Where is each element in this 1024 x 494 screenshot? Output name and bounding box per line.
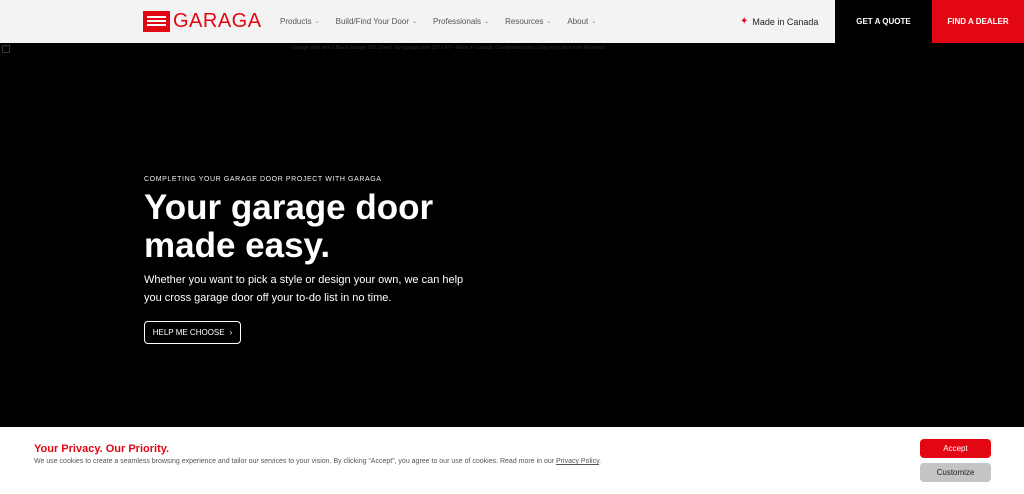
broken-image-icon (2, 45, 10, 53)
hero-image-alt-text: Garage door with 2 Black Garage 350 (Ste… (292, 45, 606, 51)
nav-build-find-door[interactable]: Build/Find Your Door ⌄ (336, 17, 417, 26)
help-me-choose-label: HELP ME CHOOSE (152, 328, 225, 337)
find-a-dealer-button[interactable]: FIND A DEALER (932, 0, 1024, 43)
chevron-down-icon: ⌄ (314, 19, 320, 25)
made-in-label: Made in Canada (752, 16, 819, 27)
help-me-choose-button[interactable]: HELP ME CHOOSE › (144, 321, 241, 344)
hero-section: Garage door with 2 Black Garage 350 (Ste… (0, 43, 1024, 427)
nav-build-find-door-label: Build/Find Your Door (335, 17, 409, 26)
chevron-down-icon: ⌄ (591, 19, 597, 25)
made-in-canada: ✦ Made in Canada (740, 0, 818, 43)
privacy-policy-link[interactable]: Privacy Policy (556, 458, 599, 465)
nav-resources[interactable]: Resources ⌄ (505, 17, 551, 26)
hero-subtext: Whether you want to pick a style or desi… (144, 274, 464, 304)
maple-leaf-icon: ✦ (740, 16, 749, 27)
chevron-down-icon: ⌄ (546, 19, 552, 25)
cookie-text: We use cookies to create a seamless brow… (34, 458, 602, 465)
customize-button[interactable]: Customize (920, 463, 991, 482)
chevron-right-icon: › (229, 328, 233, 337)
chevron-down-icon: ⌄ (484, 19, 490, 25)
hero-eyebrow: COMPLETING YOUR GARAGE DOOR PROJECT WITH… (144, 176, 382, 183)
nav-professionals-label: Professionals (433, 17, 482, 26)
site-header: GARAGA Products ⌄ Build/Find Your Door ⌄ P… (0, 0, 1024, 43)
nav-resources-label: Resources (505, 17, 544, 26)
cookie-title: Your Privacy. Our Priority. (34, 443, 170, 455)
main-nav: Products ⌄ Build/Find Your Door ⌄ Professi… (280, 0, 612, 43)
chevron-down-icon: ⌄ (412, 19, 418, 25)
accept-button[interactable]: Accept (920, 439, 991, 458)
logo-text: GARAGA (173, 10, 262, 32)
nav-about[interactable]: About ⌄ (567, 17, 596, 26)
nav-products[interactable]: Products ⌄ (280, 17, 320, 26)
get-a-quote-button[interactable]: GET A QUOTE (835, 0, 932, 43)
nav-products-label: Products (280, 17, 312, 26)
cookie-text-body: We use cookies to create a seamless brow… (34, 458, 557, 465)
hero-headline: Your garage door made easy. (144, 188, 434, 265)
nav-professionals[interactable]: Professionals ⌄ (433, 17, 489, 26)
cookie-banner: Your Privacy. Our Priority. We use cooki… (0, 427, 1024, 494)
garaga-logo[interactable]: GARAGA (143, 10, 262, 33)
garage-door-icon (143, 11, 170, 32)
nav-about-label: About (567, 17, 589, 26)
